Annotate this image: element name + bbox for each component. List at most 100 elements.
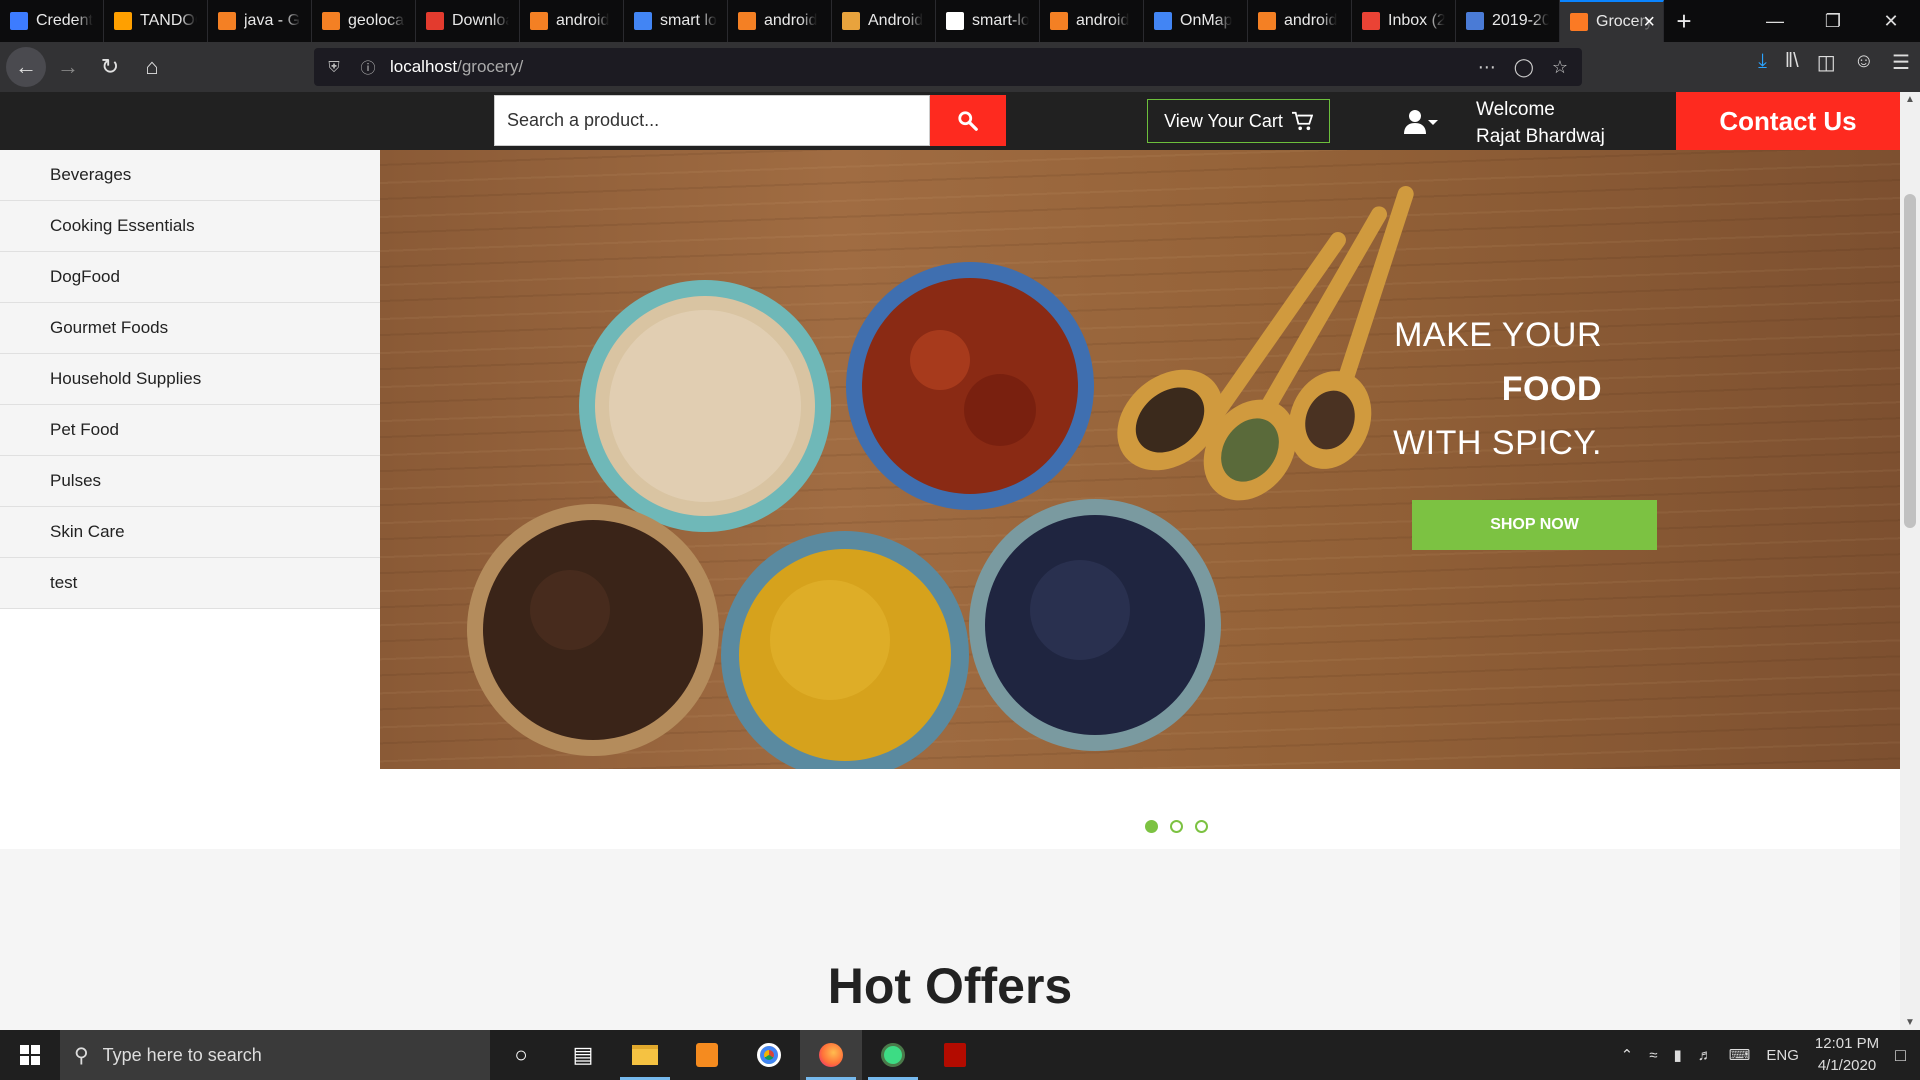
category-item[interactable]: Gourmet Foods bbox=[0, 303, 380, 354]
chrome-icon[interactable] bbox=[738, 1030, 800, 1080]
contact-us-button[interactable]: Contact Us bbox=[1676, 92, 1900, 150]
shop-now-button[interactable]: SHOP NOW bbox=[1412, 500, 1657, 550]
browser-tab[interactable]: TANDOOR bbox=[104, 0, 208, 42]
close-window-button[interactable]: ✕ bbox=[1862, 0, 1920, 42]
language-indicator[interactable]: ENG bbox=[1766, 1047, 1799, 1064]
browser-tab[interactable]: smart-lo bbox=[936, 0, 1040, 42]
api-icon bbox=[10, 12, 28, 30]
new-tab-button[interactable]: + bbox=[1664, 0, 1704, 42]
browser-tab[interactable]: Credentials bbox=[0, 0, 104, 42]
scroll-down-icon[interactable]: ▼ bbox=[1905, 1017, 1915, 1028]
tab-label: TANDOOR bbox=[140, 12, 197, 29]
account-icon[interactable]: ☺ bbox=[1854, 50, 1874, 75]
sublime-text-icon[interactable] bbox=[676, 1030, 738, 1080]
category-item[interactable]: Household Supplies bbox=[0, 354, 380, 405]
battery-icon[interactable]: ▮ bbox=[1673, 1046, 1681, 1064]
taskbar-search-box[interactable]: ⚲ Type here to search bbox=[60, 1030, 490, 1080]
keyboard-icon[interactable]: ⌨ bbox=[1729, 1046, 1751, 1064]
acrobat-reader-icon[interactable] bbox=[924, 1030, 986, 1080]
reload-button[interactable]: ↻ bbox=[90, 47, 130, 87]
tab-label: android bbox=[556, 12, 610, 29]
bookmark-star-icon[interactable]: ☆ bbox=[1552, 57, 1568, 78]
category-item[interactable]: Skin Care bbox=[0, 507, 380, 558]
browser-tab[interactable]: smart lo bbox=[624, 0, 728, 42]
browser-tab[interactable]: Inbox (2 bbox=[1352, 0, 1456, 42]
cart-label: View Your Cart bbox=[1164, 110, 1283, 131]
minimize-button[interactable]: — bbox=[1746, 0, 1804, 42]
volume-icon[interactable]: ♬ bbox=[1698, 1047, 1713, 1064]
carousel-dot-1[interactable] bbox=[1145, 820, 1158, 833]
browser-tab[interactable]: geolocation bbox=[312, 0, 416, 42]
page-actions-icon[interactable]: ⋯ bbox=[1478, 57, 1496, 78]
tab-label: android bbox=[1076, 12, 1130, 29]
xampp-icon bbox=[1570, 13, 1588, 31]
file-explorer-icon[interactable] bbox=[614, 1030, 676, 1080]
user-name: Rajat Bhardwaj bbox=[1476, 126, 1605, 147]
view-cart-button[interactable]: View Your Cart bbox=[1147, 99, 1330, 143]
browser-tab[interactable]: android bbox=[1040, 0, 1144, 42]
carousel-dot-2[interactable] bbox=[1170, 820, 1183, 833]
back-button[interactable]: ← bbox=[6, 47, 46, 87]
category-sidebar: Beverages Cooking Essentials DogFood Gourme… bbox=[0, 150, 380, 769]
search-button[interactable] bbox=[930, 95, 1006, 146]
notifications-icon[interactable]: □ bbox=[1895, 1045, 1906, 1066]
page-scrollbar[interactable]: ▲ ▼ bbox=[1900, 92, 1920, 1030]
category-item[interactable]: test bbox=[0, 558, 380, 609]
welcome-label: Welcome bbox=[1476, 99, 1555, 120]
show-hidden-icons-icon[interactable]: ⌃ bbox=[1621, 1046, 1634, 1064]
library-icon[interactable]: ‖\ bbox=[1785, 50, 1799, 75]
browser-tab[interactable]: Android bbox=[832, 0, 936, 42]
android-studio-icon[interactable] bbox=[862, 1030, 924, 1080]
carousel-dot-3[interactable] bbox=[1195, 820, 1208, 833]
stackoverflow-icon bbox=[738, 12, 756, 30]
sidebar-toggle-icon[interactable]: ◫ bbox=[1817, 50, 1836, 75]
url-host: localhost bbox=[390, 57, 458, 76]
downloads-icon[interactable]: ⤓ bbox=[1758, 50, 1767, 75]
browser-tab[interactable]: Grocery × bbox=[1560, 0, 1664, 42]
j-icon bbox=[842, 12, 860, 30]
user-account-icon[interactable] bbox=[1404, 108, 1438, 134]
scrollbar-thumb[interactable] bbox=[1904, 194, 1916, 528]
browser-tab[interactable]: Download bbox=[416, 0, 520, 42]
category-item[interactable]: Cooking Essentials bbox=[0, 201, 380, 252]
forward-button[interactable]: → bbox=[48, 47, 88, 87]
task-view-icon[interactable]: ▤ bbox=[552, 1030, 614, 1080]
category-list: Beverages Cooking Essentials DogFood Gourme… bbox=[0, 150, 380, 609]
clock-date: 4/1/2020 bbox=[1817, 1057, 1877, 1074]
restore-button[interactable]: ❐ bbox=[1804, 0, 1862, 42]
category-item[interactable]: Pulses bbox=[0, 456, 380, 507]
category-item[interactable]: Pet Food bbox=[0, 405, 380, 456]
browser-tab[interactable]: OnMap bbox=[1144, 0, 1248, 42]
pocket-icon[interactable]: ◯ bbox=[1514, 57, 1534, 78]
site-info-icon[interactable]: ⓘ bbox=[354, 57, 382, 78]
browser-tab[interactable]: android bbox=[1248, 0, 1352, 42]
address-bar[interactable]: ⛨ ⓘ localhost/grocery/ ⋯ ◯ ☆ bbox=[314, 48, 1582, 86]
bowl-turmeric bbox=[721, 531, 969, 769]
browser-tab[interactable]: 2019-20 bbox=[1456, 0, 1560, 42]
g-icon bbox=[426, 12, 444, 30]
scroll-up-icon[interactable]: ▲ bbox=[1905, 94, 1915, 105]
product-search-input[interactable]: Search a product... bbox=[494, 95, 930, 146]
url-path: /grocery/ bbox=[457, 57, 524, 76]
browser-tab[interactable]: android bbox=[520, 0, 624, 42]
system-tray: ⌃ ≈ ▮ ♬ ⌨ ENG 12:01 PM 4/1/2020 □ bbox=[1621, 1033, 1906, 1077]
web-page: Search a product... View Your Cart Welco… bbox=[0, 92, 1900, 1030]
url-text[interactable]: localhost/grocery/ bbox=[390, 57, 523, 77]
start-button[interactable] bbox=[0, 1030, 60, 1080]
category-item[interactable]: DogFood bbox=[0, 252, 380, 303]
clock[interactable]: 12:01 PM 4/1/2020 bbox=[1815, 1033, 1879, 1077]
cortana-icon[interactable]: ○ bbox=[490, 1030, 552, 1080]
browser-tab[interactable]: android bbox=[728, 0, 832, 42]
search-icon: ⚲ bbox=[74, 1044, 89, 1067]
wifi-icon[interactable]: ≈ bbox=[1649, 1047, 1657, 1064]
browser-tab[interactable]: java - Go bbox=[208, 0, 312, 42]
tab-label: smart-lo bbox=[972, 12, 1029, 29]
firefox-icon[interactable] bbox=[800, 1030, 862, 1080]
menu-icon[interactable]: ☰ bbox=[1892, 50, 1910, 75]
bowl-peppercorns bbox=[969, 499, 1221, 751]
close-tab-icon[interactable]: × bbox=[1643, 11, 1655, 34]
home-button[interactable]: ⌂ bbox=[132, 47, 172, 87]
taskbar-search-placeholder: Type here to search bbox=[102, 1044, 262, 1065]
tracking-shield-icon[interactable]: ⛨ bbox=[320, 59, 348, 76]
category-item[interactable]: Beverages bbox=[0, 150, 380, 201]
